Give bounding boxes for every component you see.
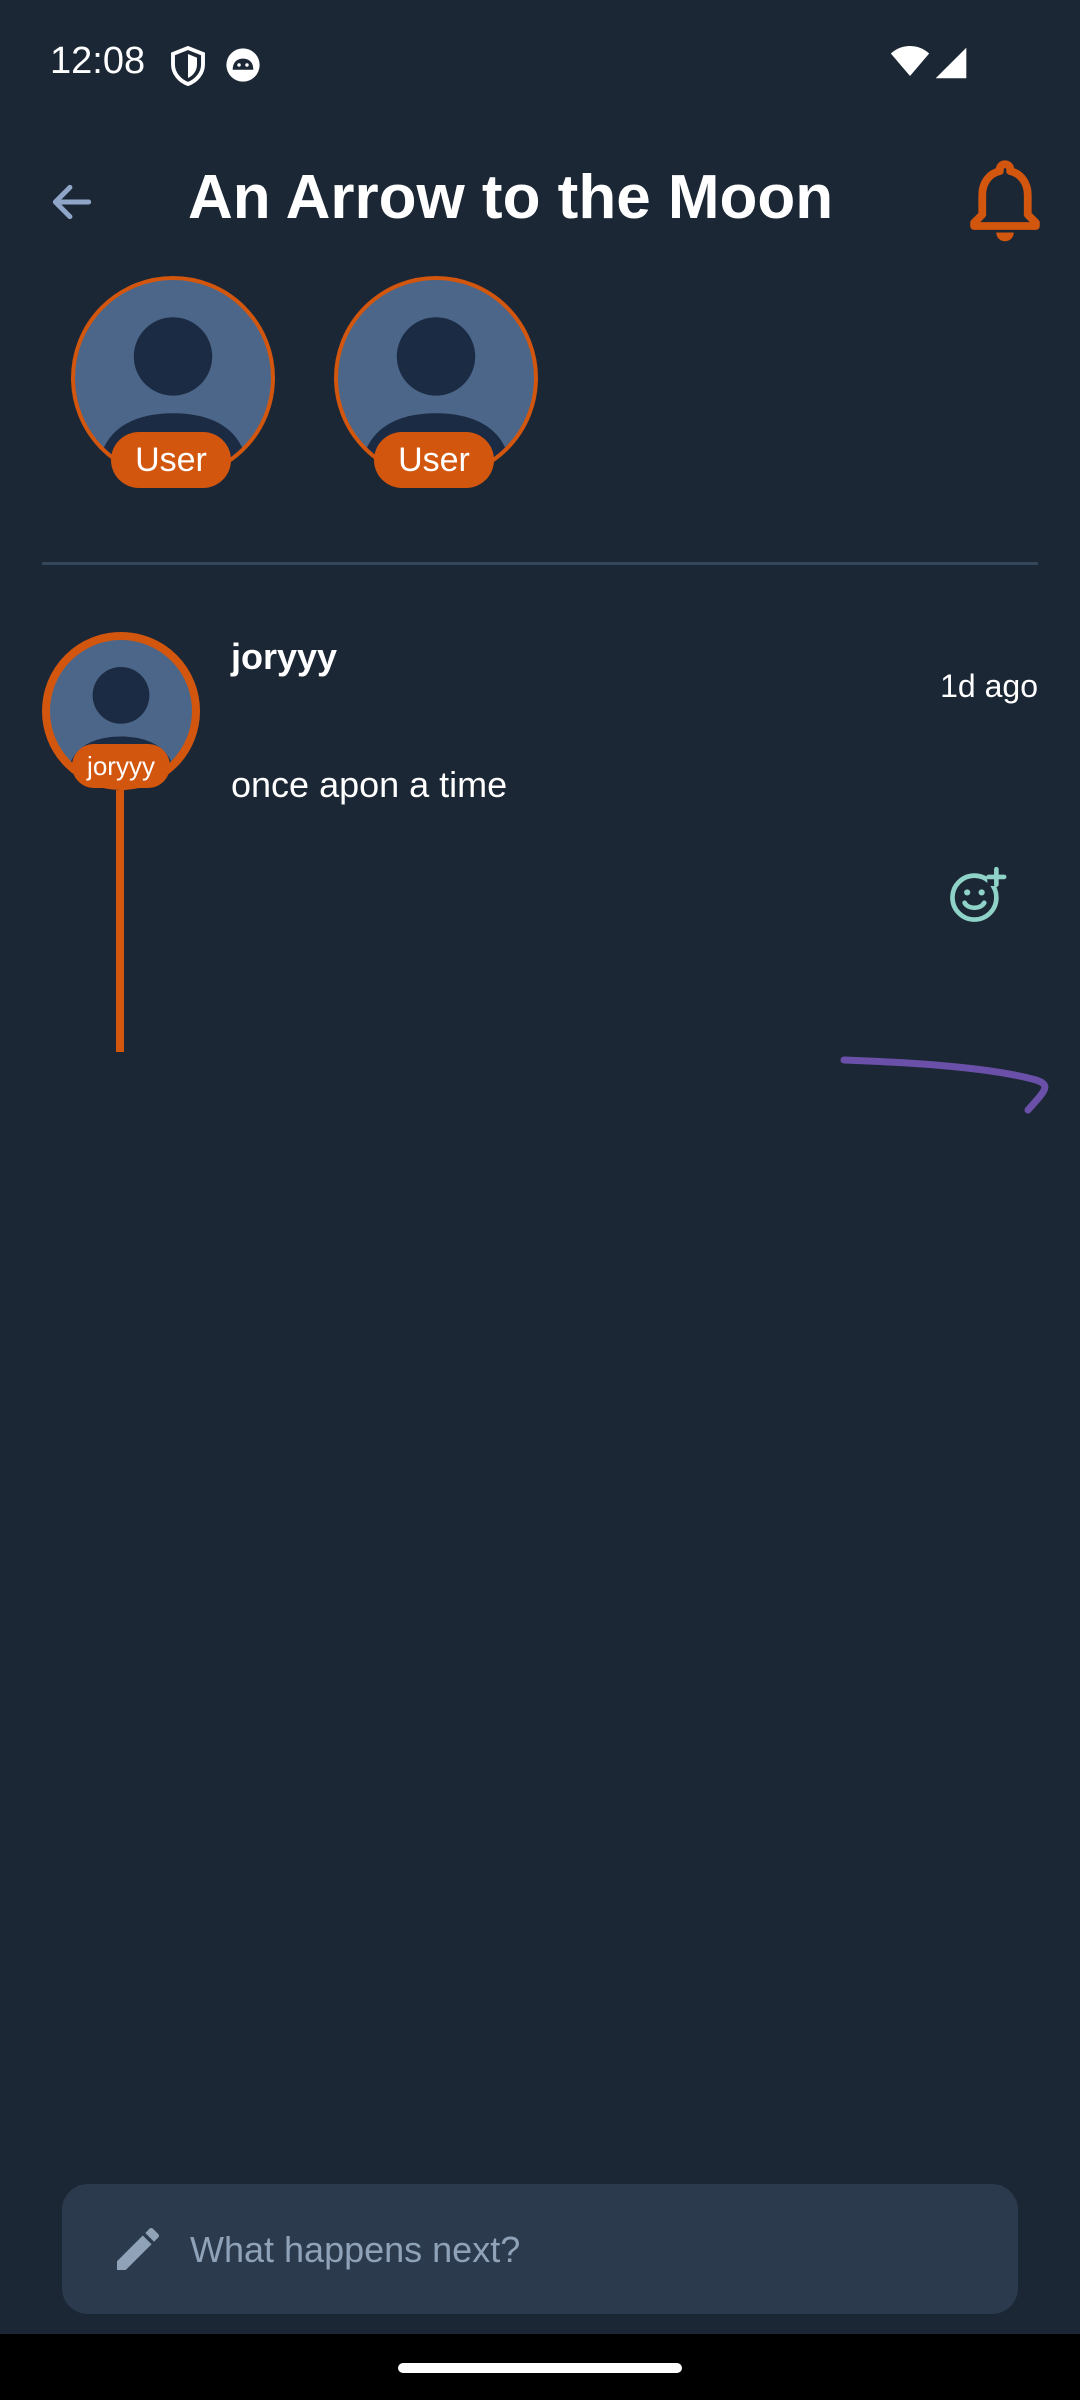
status-bar: 12:08 [0,0,1080,130]
app-bar: An Arrow to the Moon [0,140,1080,260]
post-timestamp: 1d ago [940,668,1038,704]
page-title: An Arrow to the Moon [188,163,834,232]
participant-avatar[interactable]: User [334,276,538,490]
pencil-icon [117,2227,160,2270]
swoosh-decoration [840,1056,1049,1114]
status-time: 12:08 [50,40,146,82]
participant-label: User [111,432,231,488]
post-avatar-label: joryyy [72,744,170,788]
android-robot-icon [226,48,260,82]
notifications-button[interactable] [960,150,1050,250]
back-button[interactable] [30,160,114,244]
compose-bar[interactable] [62,2184,1018,2314]
divider [42,562,1038,565]
thread-line [116,790,124,1052]
add-reaction-icon [950,866,1007,922]
post-author-avatar[interactable]: joryyy [42,632,200,790]
bell-icon [970,160,1040,242]
post-author[interactable]: joryyy [231,636,337,678]
thread-screen: 12:08 An Arrow to the Moon User User jor… [0,0,1080,2400]
post-text: once apon a time [231,764,508,805]
arrow-left-icon [52,184,92,220]
participant-avatar[interactable]: User [71,276,275,490]
signal-icon [935,47,967,79]
shield-icon [171,46,205,86]
system-nav-bar [0,2334,1080,2400]
compose-input[interactable] [188,2209,992,2291]
wifi-icon [890,46,930,76]
participant-label: User [374,432,494,488]
home-indicator[interactable] [398,2363,682,2373]
add-reaction-button[interactable] [944,862,1010,928]
